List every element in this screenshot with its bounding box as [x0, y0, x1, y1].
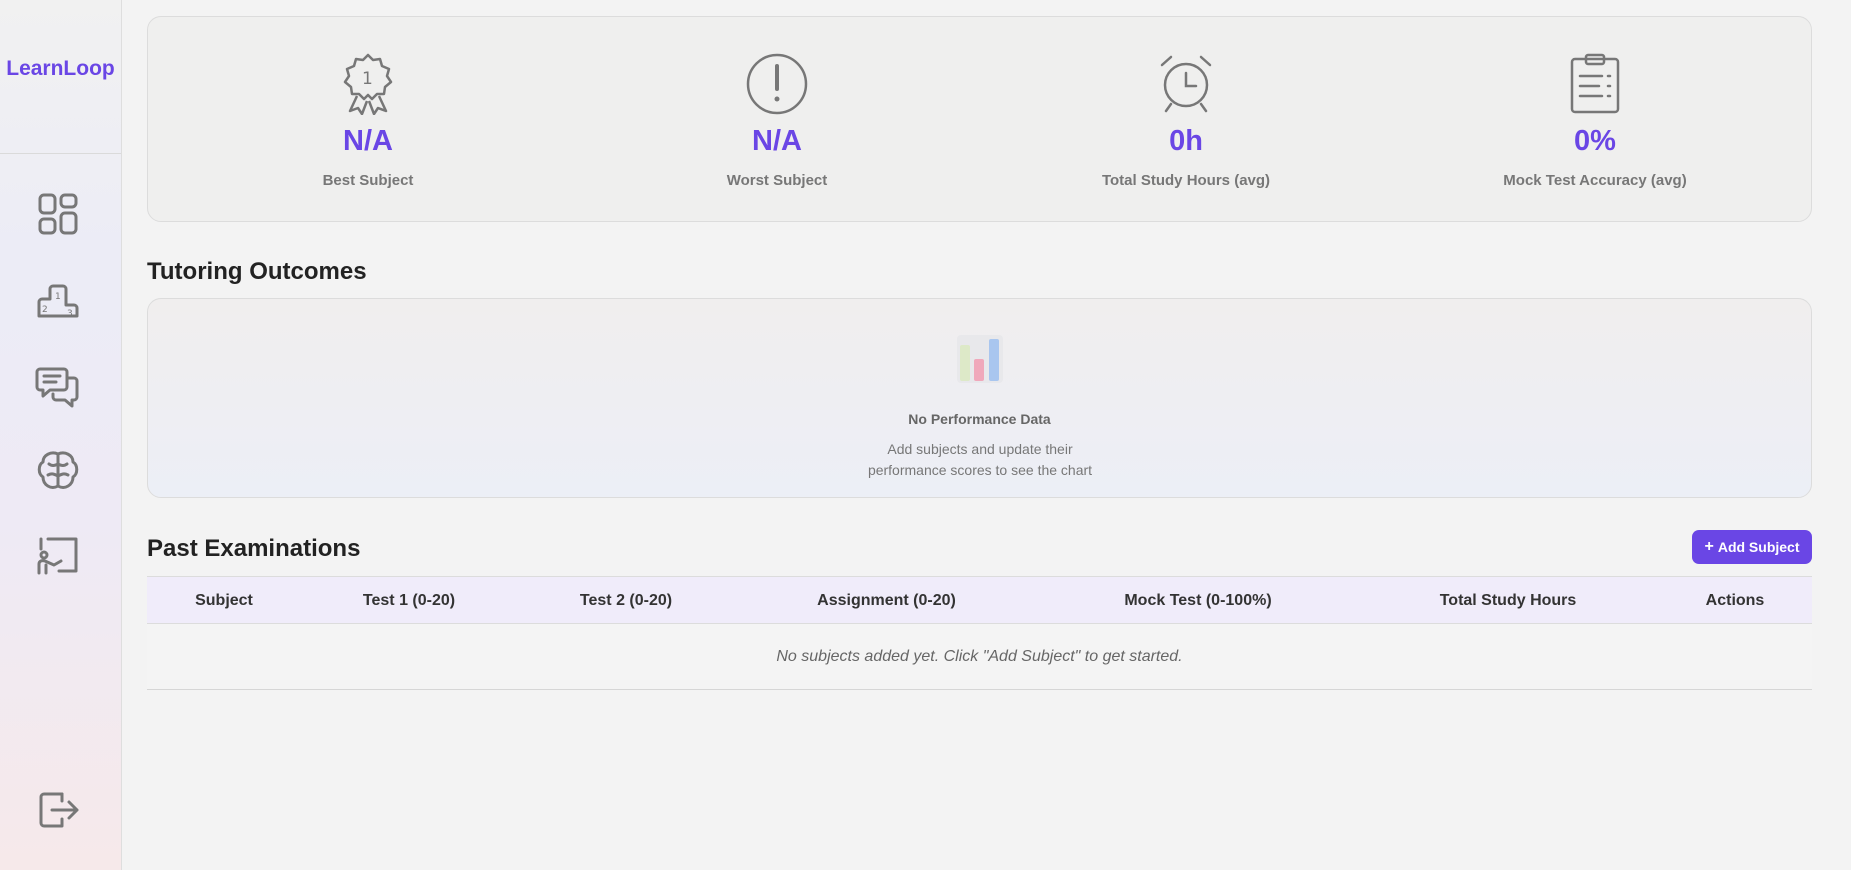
award-badge-icon: 1: [343, 53, 393, 115]
stat-value: N/A: [343, 125, 393, 157]
sidebar: LearnLoop 1 2 3: [0, 0, 122, 870]
nav-messages[interactable]: [30, 357, 86, 413]
empty-state-line-2: performance scores to see the chart: [867, 462, 1093, 478]
empty-state-description: Add subjects and update their performanc…: [780, 439, 1180, 481]
logout-button[interactable]: [30, 782, 86, 838]
stats-card: 1 N/A Best Subject N/A Worst Subject 0h …: [147, 16, 1812, 222]
column-header: Assignment (0-20): [817, 592, 956, 609]
past-examinations-title: Past Examinations: [147, 535, 361, 562]
add-subject-button[interactable]: + Add Subject: [1692, 530, 1812, 564]
add-subject-label: Add Subject: [1717, 539, 1800, 555]
nav-dashboard[interactable]: [30, 186, 86, 242]
stat-value: 0h: [1169, 125, 1203, 157]
stat-label: Mock Test Accuracy (avg): [1503, 172, 1687, 189]
column-header: Subject: [195, 592, 253, 609]
exams-table: Subject Test 1 (0-20) Test 2 (0-20) Assi…: [147, 576, 1812, 690]
stat-mock-accuracy: 0% Mock Test Accuracy (avg): [1445, 17, 1745, 223]
alert-circle-icon: [746, 53, 808, 115]
table-empty-row: No subjects added yet. Click "Add Subjec…: [147, 624, 1812, 690]
column-header: Total Study Hours: [1439, 592, 1577, 609]
plus-icon: +: [1704, 538, 1714, 555]
column-header: Test 2 (0-20): [579, 592, 673, 609]
svg-text:1: 1: [362, 69, 373, 89]
svg-text:3: 3: [67, 309, 73, 319]
column-header: Actions: [1705, 592, 1765, 609]
stat-value: 0%: [1574, 125, 1616, 157]
brain-icon: [37, 451, 79, 489]
bar-chart-icon: [957, 335, 1003, 383]
stat-worst-subject: N/A Worst Subject: [627, 17, 927, 223]
svg-text:1: 1: [55, 292, 61, 302]
stat-value: N/A: [752, 125, 802, 157]
clipboard-list-icon: [1570, 53, 1620, 114]
nav-tutoring[interactable]: [30, 528, 86, 584]
teacher-board-icon: [37, 537, 78, 575]
empty-state-title: No Performance Data: [908, 411, 1051, 427]
tutoring-outcomes-title: Tutoring Outcomes: [147, 258, 367, 285]
empty-state-line-1: Add subjects and update their: [887, 441, 1073, 457]
chat-icon: [35, 367, 79, 408]
brand-logo[interactable]: LearnLoop: [0, 0, 121, 154]
nav-leaderboard[interactable]: 1 2 3: [30, 272, 86, 328]
nav-brain[interactable]: [30, 442, 86, 498]
dashboard-icon: [38, 193, 78, 235]
table-header: Subject Test 1 (0-20) Test 2 (0-20) Assi…: [147, 576, 1812, 624]
tutoring-outcomes-card: No Performance Data Add subjects and upd…: [147, 298, 1812, 498]
column-header: Mock Test (0-100%): [1124, 592, 1272, 609]
stat-study-hours: 0h Total Study Hours (avg): [1036, 17, 1336, 223]
podium-icon: 1 2 3: [37, 284, 79, 319]
stat-label: Best Subject: [322, 172, 414, 189]
stat-best-subject: 1 N/A Best Subject: [218, 17, 518, 223]
stat-label: Worst Subject: [726, 172, 828, 189]
logout-icon: [39, 792, 79, 828]
svg-text:2: 2: [42, 305, 48, 315]
alarm-clock-icon: [1160, 55, 1212, 113]
column-header: Test 1 (0-20): [362, 592, 456, 609]
stat-label: Total Study Hours (avg): [1101, 172, 1271, 189]
